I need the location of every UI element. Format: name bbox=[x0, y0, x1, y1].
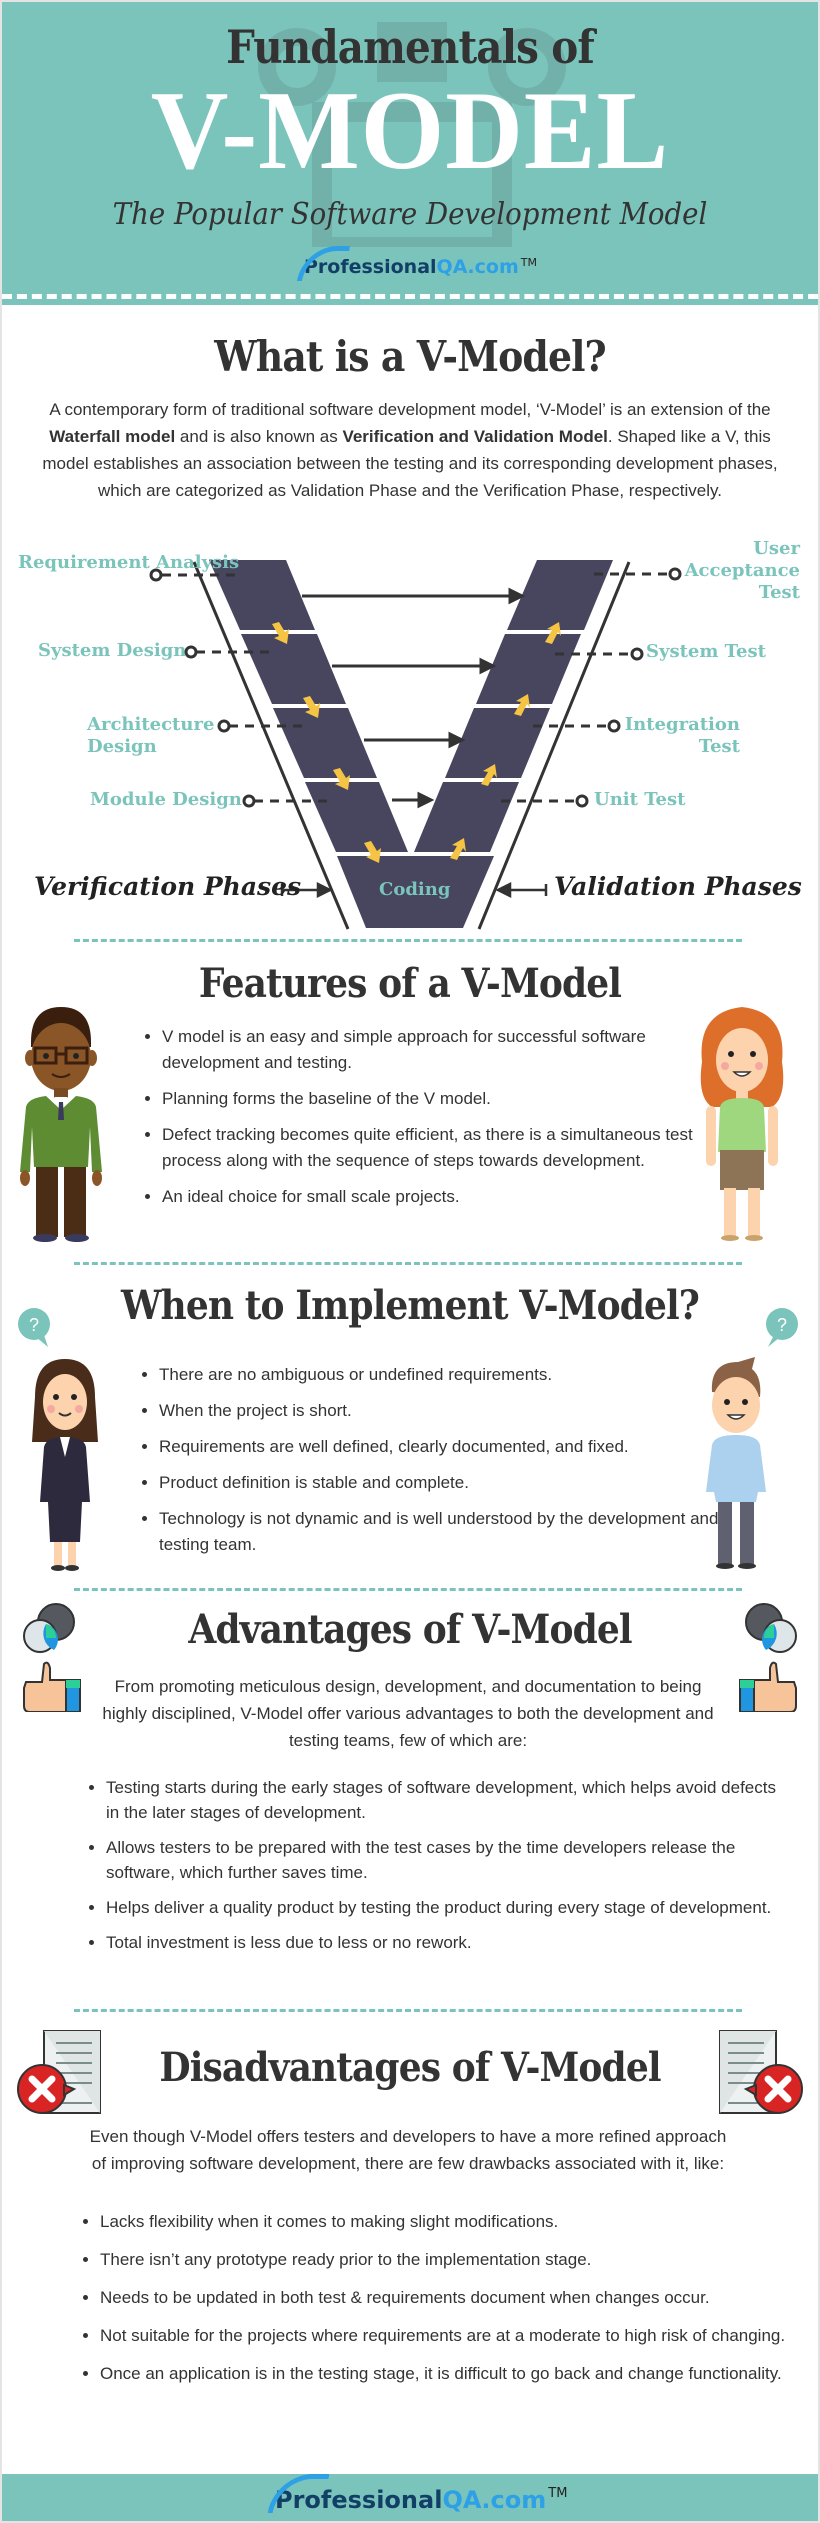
man-glasses-illustration-icon bbox=[20, 1007, 102, 1242]
disadvantages-intro: Even though V-Model offers testers and d… bbox=[89, 2127, 727, 2173]
thumbs-up-chat-icon bbox=[23, 1603, 81, 1712]
header-banner: Fundamentals of V-MODEL The Popular Soft… bbox=[2, 2, 818, 305]
section-divider bbox=[74, 939, 742, 942]
footer-banner: Professional QA .com TM bbox=[2, 2474, 818, 2521]
phase-unit-test: Unit Test bbox=[594, 789, 686, 810]
phase-architecture-design: Architecture Design bbox=[87, 714, 215, 757]
phase-requirement-analysis: Requirement Analysis bbox=[18, 552, 240, 573]
when-heading: When to Implement V-Model? bbox=[121, 1282, 700, 1329]
phase-user-acceptance-test: User Acceptance Test bbox=[684, 538, 800, 603]
phase-module-design: Module Design bbox=[90, 789, 242, 810]
logo-arc-icon bbox=[296, 246, 351, 281]
when-list: There are no ambiguous or undefined requ… bbox=[137, 1362, 719, 1568]
disadvantages-list: Lacks flexibility when it comes to makin… bbox=[78, 2208, 790, 2398]
subtitle: The Popular Software Development Model bbox=[112, 197, 708, 232]
woman-redhead-illustration-icon bbox=[700, 1007, 784, 1241]
logo-text-qa: QA bbox=[436, 256, 468, 278]
what-is-heading: What is a V-Model? bbox=[214, 332, 607, 381]
svg-text:?: ? bbox=[777, 1315, 787, 1335]
professionalqa-logo[interactable]: Professional QA .com TM bbox=[267, 2474, 568, 2514]
disadvantages-item: There isn’t any prototype ready prior to… bbox=[100, 2246, 790, 2274]
disadvantages-heading: Disadvantages of V-Model bbox=[159, 2044, 661, 2091]
when-item: There are no ambiguous or undefined requ… bbox=[159, 1362, 719, 1388]
when-item: Product definition is stable and complet… bbox=[159, 1470, 719, 1496]
disadvantages-item: Not suitable for the projects where requ… bbox=[100, 2322, 790, 2350]
validation-phases-caption: Validation Phases bbox=[554, 872, 802, 901]
features-item: Defect tracking becomes quite efficient,… bbox=[162, 1122, 702, 1174]
what-is-paragraph: A contemporary form of traditional softw… bbox=[42, 400, 778, 500]
logo-text-com: .com bbox=[467, 256, 519, 278]
document-reject-icon bbox=[719, 2030, 803, 2114]
verification-phases-caption: Verification Phases bbox=[34, 872, 302, 901]
disadvantages-item: Lacks flexibility when it comes to makin… bbox=[100, 2208, 790, 2236]
advantages-item: Testing starts during the early stages o… bbox=[106, 1775, 786, 1825]
document-reject-icon bbox=[17, 2030, 101, 2114]
question-bubble-icon: ? bbox=[18, 1308, 50, 1347]
professionalqa-logo[interactable]: Professional QA .com TM bbox=[296, 246, 537, 281]
phase-coding: Coding bbox=[379, 879, 451, 900]
advantages-intro: From promoting meticulous design, develo… bbox=[102, 1677, 714, 1750]
logo-text-qa: QA bbox=[442, 2486, 482, 2514]
when-item: Technology is not dynamic and is well un… bbox=[159, 1506, 719, 1558]
section-divider bbox=[74, 2009, 742, 2012]
logo-trademark: TM bbox=[520, 256, 537, 269]
phase-system-design: System Design bbox=[38, 640, 187, 661]
title-line-1: Fundamentals of bbox=[226, 20, 595, 74]
advantages-item: Allows testers to be prepared with the t… bbox=[106, 1835, 786, 1885]
section-divider bbox=[74, 1262, 742, 1265]
infographic-page: Fundamentals of V-MODEL The Popular Soft… bbox=[2, 2, 818, 2521]
logo-trademark: TM bbox=[548, 2486, 568, 2501]
logo-arc-icon bbox=[267, 2474, 330, 2513]
title-line-2: V-MODEL bbox=[150, 69, 670, 193]
businesswoman-illustration-icon bbox=[32, 1359, 98, 1571]
v-right-arm bbox=[414, 560, 613, 852]
advantages-item: Helps deliver a quality product by testi… bbox=[106, 1895, 786, 1920]
when-item: When the project is short. bbox=[159, 1398, 719, 1424]
thumbs-up-chat-icon bbox=[739, 1603, 797, 1712]
question-bubble-icon: ? bbox=[766, 1308, 798, 1347]
header-divider bbox=[2, 294, 818, 299]
features-item: Planning forms the baseline of the V mod… bbox=[162, 1086, 702, 1112]
disadvantages-item: Needs to be updated in both test & requi… bbox=[100, 2284, 790, 2312]
features-list: V model is an easy and simple approach f… bbox=[140, 1024, 702, 1220]
phase-integration-test: Integration Test bbox=[624, 714, 740, 757]
advantages-list: Testing starts during the early stages o… bbox=[84, 1775, 786, 1965]
casual-man-illustration-icon bbox=[706, 1357, 766, 1569]
advantages-heading: Advantages of V-Model bbox=[188, 1606, 632, 1653]
disadvantages-item: Once an application is in the testing st… bbox=[100, 2360, 790, 2388]
logo-text-com: .com bbox=[481, 2486, 547, 2514]
phase-system-test: System Test bbox=[646, 641, 766, 662]
svg-text:?: ? bbox=[29, 1315, 39, 1335]
features-item: V model is an easy and simple approach f… bbox=[162, 1024, 702, 1076]
section-divider bbox=[74, 1588, 742, 1591]
advantages-item: Total investment is less due to less or … bbox=[106, 1930, 786, 1955]
features-item: An ideal choice for small scale projects… bbox=[162, 1184, 702, 1210]
when-item: Requirements are well defined, clearly d… bbox=[159, 1434, 719, 1460]
features-heading: Features of a V-Model bbox=[198, 960, 622, 1007]
